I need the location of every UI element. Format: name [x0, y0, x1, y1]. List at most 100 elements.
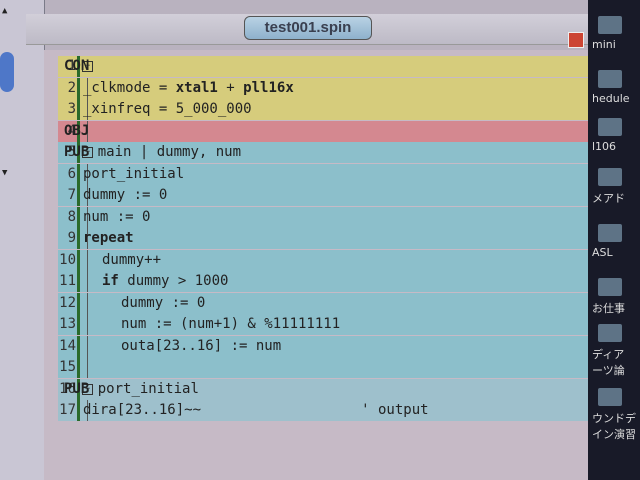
side-panel: ▲ ▼: [0, 0, 45, 480]
file-tab[interactable]: test001.spin: [244, 16, 372, 40]
keyword: xtal1: [175, 79, 218, 96]
code-line[interactable]: 7 dummy := 0: [44, 185, 588, 206]
folder-icon[interactable]: [598, 16, 622, 34]
code-text: if dummy > 1000: [102, 271, 228, 292]
desktop-item-label[interactable]: ASL: [592, 246, 613, 259]
code-token: dira[23..16]~~ ' output: [83, 402, 429, 418]
code-line[interactable]: 17 dira[23..16]~~ ' output: [44, 400, 588, 421]
desktop-item-label[interactable]: l106: [592, 140, 616, 153]
desktop-item-label[interactable]: hedule: [592, 92, 630, 105]
block-highlight: [58, 56, 588, 77]
code-text: CON: [64, 56, 89, 77]
code-line[interactable]: 8 num := 0: [44, 206, 588, 228]
code-line[interactable]: 9 repeat: [44, 228, 588, 249]
line-number: 9: [67, 230, 76, 246]
line-number: 8: [67, 208, 76, 225]
scroll-up-arrow-icon[interactable]: ▲: [2, 6, 7, 16]
line-number: 7: [67, 187, 76, 203]
code-line[interactable]: 16− PUB port_initial: [44, 378, 588, 400]
change-marker: [77, 99, 80, 120]
code-token: dummy > 1000: [118, 273, 229, 289]
code-token: port_initial: [83, 165, 185, 182]
folder-icon[interactable]: [598, 224, 622, 242]
line-number: 17: [59, 402, 76, 418]
code-token: _clkmode =: [83, 79, 176, 96]
block-highlight: [58, 120, 588, 142]
desktop-item-label[interactable]: お仕事: [592, 300, 625, 316]
fold-line: [87, 249, 88, 271]
code-line[interactable]: 2 _clkmode = xtal1 + pll16x: [44, 77, 588, 99]
code-line[interactable]: 6 port_initial: [44, 163, 588, 185]
desktop-strip: mini hedule l106 メアド ASL お仕事ディア ーツ論 ウンドデ イン演習: [588, 0, 640, 480]
folder-icon[interactable]: [598, 168, 622, 186]
desktop-item-label[interactable]: ディア ーツ論: [592, 346, 625, 378]
change-marker: [77, 292, 80, 314]
code-text: dummy := 0: [121, 293, 205, 314]
code-text: PUB main | dummy, num: [64, 142, 241, 163]
code-token: dummy := 0: [83, 187, 168, 203]
code-text: dummy := 0: [83, 185, 167, 206]
change-marker: [77, 206, 80, 228]
folder-icon[interactable]: [598, 278, 622, 296]
change-marker: [77, 249, 80, 271]
change-marker: [77, 357, 80, 378]
change-marker: [77, 185, 80, 206]
change-marker: [77, 400, 80, 421]
keyword: if: [102, 273, 119, 289]
code-line[interactable]: 3 _xinfreq = 5_000_000: [44, 99, 588, 120]
code-editor[interactable]: 1− CON 2 _clkmode = xtal1 + pll16x 3 _xinfreq…: [44, 50, 588, 480]
code-token: +: [217, 79, 244, 96]
folder-icon[interactable]: [598, 324, 622, 342]
code-token: dummy := 0: [121, 294, 206, 311]
keyword: PUB: [64, 144, 90, 160]
code-line[interactable]: 4 OBJ: [44, 120, 588, 142]
code-line[interactable]: 15: [44, 357, 588, 378]
close-icon[interactable]: [568, 32, 584, 48]
block-highlight: [58, 357, 588, 378]
code-line[interactable]: 1− CON: [44, 56, 588, 77]
code-token: main | dummy, num: [89, 144, 242, 160]
code-token: num := (num+1) & %11111111: [121, 316, 341, 332]
change-marker: [77, 77, 80, 99]
code-line[interactable]: 12 dummy := 0: [44, 292, 588, 314]
folder-icon[interactable]: [598, 388, 622, 406]
code-text: _xinfreq = 5_000_000: [83, 99, 252, 120]
desktop-item-label[interactable]: mini: [592, 38, 616, 51]
keyword: CON: [64, 58, 90, 74]
change-marker: [77, 271, 80, 292]
change-marker: [77, 163, 80, 185]
fold-line: [87, 292, 88, 314]
desktop-item-label[interactable]: メアド: [592, 190, 625, 206]
line-number: 3: [67, 101, 76, 117]
line-number: 6: [67, 165, 76, 182]
code-line[interactable]: 5− PUB main | dummy, num: [44, 142, 588, 163]
line-number: 15: [59, 359, 76, 375]
code-text: outa[23..16] := num: [121, 336, 281, 357]
line-number: 10: [59, 251, 76, 268]
code-line[interactable]: 14 outa[23..16] := num: [44, 335, 588, 357]
code-text: OBJ: [64, 121, 89, 142]
code-text: num := (num+1) & %11111111: [121, 314, 340, 335]
block-highlight: [58, 228, 588, 249]
folder-icon[interactable]: [598, 70, 622, 88]
code-token: num := 0: [83, 208, 151, 225]
change-marker: [77, 335, 80, 357]
line-number: 11: [59, 273, 76, 289]
change-marker: [77, 314, 80, 335]
code-text: dummy++: [102, 250, 161, 271]
code-text: PUB port_initial: [64, 379, 199, 400]
code-line[interactable]: 11 if dummy > 1000: [44, 271, 588, 292]
desktop-item-label[interactable]: ウンドデ イン演習: [592, 410, 636, 442]
code-line[interactable]: 10 dummy++: [44, 249, 588, 271]
folder-icon[interactable]: [598, 118, 622, 136]
code-text: repeat: [83, 228, 134, 249]
keyword: repeat: [83, 230, 134, 246]
line-number: 12: [59, 294, 76, 311]
code-line[interactable]: 13 num := (num+1) & %11111111: [44, 314, 588, 335]
code-token: _xinfreq = 5_000_000: [83, 101, 252, 117]
keyword: OBJ: [64, 122, 90, 139]
code-text: dira[23..16]~~ ' output: [83, 400, 429, 421]
line-number: 13: [59, 316, 76, 332]
scroll-down-arrow-icon[interactable]: ▼: [2, 168, 7, 178]
scrollbar-thumb[interactable]: [0, 52, 14, 92]
